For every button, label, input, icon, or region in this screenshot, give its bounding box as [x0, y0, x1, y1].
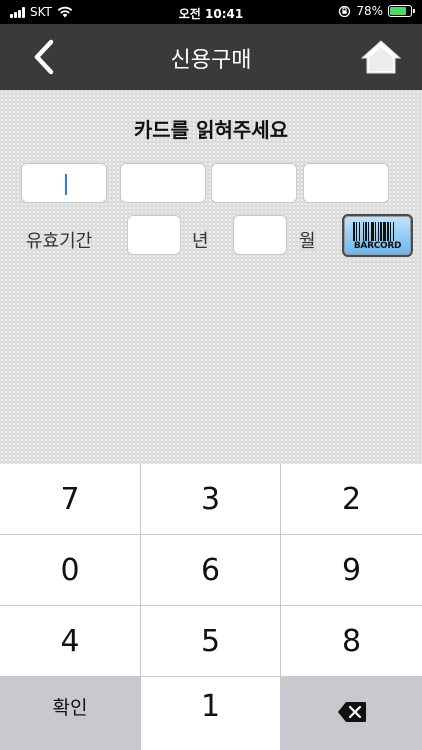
status-bar: SKT 오전 10:41 78% [0, 0, 422, 24]
month-unit-label: 월 [299, 231, 316, 252]
numeric-keypad: 7 3 2 0 6 9 4 5 8 확인 1 [0, 464, 422, 750]
card-number-field-4[interactable] [303, 163, 389, 203]
battery-percent: 78% [356, 4, 383, 18]
home-button[interactable] [358, 34, 404, 80]
barcode-icon [353, 222, 394, 241]
key-2[interactable]: 2 [281, 464, 422, 534]
barcode-label: BARCORD [353, 241, 402, 251]
battery-level [390, 7, 406, 15]
key-9[interactable]: 9 [281, 535, 422, 605]
key-7[interactable]: 7 [0, 464, 140, 534]
text-cursor [65, 174, 67, 195]
battery-icon [388, 5, 415, 17]
backspace-icon [337, 702, 366, 722]
expiry-label: 유효기간 [26, 231, 93, 252]
app-header: 신용구매 [0, 24, 422, 90]
card-entry-panel: 카드를 읽혀주세요 유효기간 년 월 BARCORD [0, 90, 422, 464]
key-4[interactable]: 4 [0, 606, 140, 676]
key-6[interactable]: 6 [141, 535, 280, 605]
key-8[interactable]: 8 [281, 606, 422, 676]
delete-button[interactable] [281, 677, 422, 750]
status-right: 78% [338, 4, 415, 18]
expiry-month-field[interactable] [233, 215, 287, 255]
barcode-button[interactable]: BARCORD [342, 214, 413, 257]
confirm-button[interactable]: 확인 [0, 677, 140, 750]
card-number-field-2[interactable] [120, 163, 206, 203]
key-3[interactable]: 3 [141, 464, 280, 534]
key-1[interactable]: 1 [141, 677, 280, 750]
rotation-lock-icon [339, 5, 351, 17]
home-icon [360, 40, 402, 74]
card-number-field-3[interactable] [211, 163, 297, 203]
card-number-field-1[interactable] [21, 163, 107, 203]
year-unit-label: 년 [192, 231, 209, 252]
key-0[interactable]: 0 [0, 535, 140, 605]
expiry-year-field[interactable] [127, 215, 181, 255]
key-5[interactable]: 5 [141, 606, 280, 676]
instruction-text: 카드를 읽혀주세요 [133, 118, 289, 142]
